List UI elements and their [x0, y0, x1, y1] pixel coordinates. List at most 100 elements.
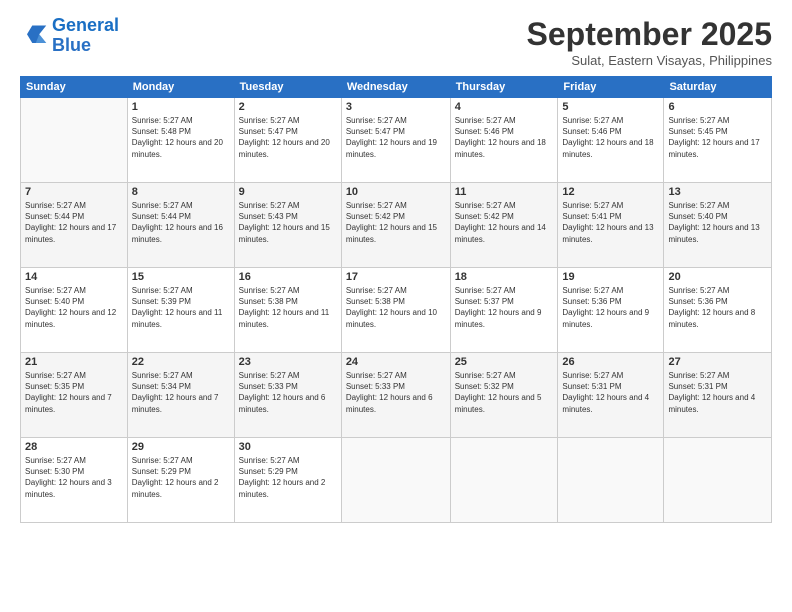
- calendar-day-cell: 10Sunrise: 5:27 AMSunset: 5:42 PMDayligh…: [341, 183, 450, 268]
- calendar-day-cell: 16 Sunrise: 5:27 AMSunset: 5:38 PMDayligh…: [234, 268, 341, 353]
- calendar-day-cell: 22 Sunrise: 5:27 AMSunset: 5:34 PMDayligh…: [127, 353, 234, 438]
- calendar-day-cell: 27 Sunrise: 5:27 AMSunset: 5:31 PMDayligh…: [664, 353, 772, 438]
- day-info: Sunrise: 5:27 AMSunset: 5:31 PMDaylight:…: [562, 370, 659, 415]
- day-info: Sunrise: 5:27 AMSunset: 5:48 PMDaylight:…: [132, 115, 230, 160]
- calendar-day-cell: 15 Sunrise: 5:27 AMSunset: 5:39 PMDayligh…: [127, 268, 234, 353]
- day-info: Sunrise: 5:27 AMSunset: 5:45 PMDaylight:…: [668, 115, 767, 160]
- header-monday: Monday: [127, 77, 234, 98]
- calendar-week-row: 1Sunrise: 5:27 AMSunset: 5:48 PMDaylight…: [21, 98, 772, 183]
- day-info: Sunrise: 5:27 AMSunset: 5:30 PMDaylight:…: [25, 455, 123, 500]
- day-number: 12: [562, 186, 659, 198]
- header-friday: Friday: [558, 77, 664, 98]
- calendar: Sunday Monday Tuesday Wednesday Thursday…: [20, 76, 772, 523]
- calendar-week-row: 14Sunrise: 5:27 AMSunset: 5:40 PMDayligh…: [21, 268, 772, 353]
- day-info: Sunrise: 5:27 AMSunset: 5:33 PMDaylight:…: [346, 370, 446, 415]
- day-number: 20: [668, 271, 767, 283]
- logo: General Blue: [20, 16, 119, 56]
- calendar-day-cell: 4Sunrise: 5:27 AMSunset: 5:46 PMDaylight…: [450, 98, 558, 183]
- calendar-day-cell: 3Sunrise: 5:27 AMSunset: 5:47 PMDaylight…: [341, 98, 450, 183]
- day-info: Sunrise: 5:27 AMSunset: 5:38 PMDaylight:…: [346, 285, 446, 330]
- day-number: 15: [132, 271, 230, 283]
- calendar-day-cell: [664, 438, 772, 523]
- page: General Blue September 2025 Sulat, Easte…: [0, 0, 792, 612]
- calendar-day-cell: [450, 438, 558, 523]
- day-info: Sunrise: 5:27 AMSunset: 5:44 PMDaylight:…: [25, 200, 123, 245]
- day-number: 16: [239, 271, 337, 283]
- day-info: Sunrise: 5:27 AMSunset: 5:29 PMDaylight:…: [239, 455, 337, 500]
- day-number: 19: [562, 271, 659, 283]
- header: General Blue September 2025 Sulat, Easte…: [20, 16, 772, 68]
- calendar-day-cell: 5 Sunrise: 5:27 AMSunset: 5:46 PMDaylight…: [558, 98, 664, 183]
- title-block: September 2025 Sulat, Eastern Visayas, P…: [527, 16, 772, 68]
- calendar-day-cell: 12 Sunrise: 5:27 AMSunset: 5:41 PMDayligh…: [558, 183, 664, 268]
- calendar-day-cell: [341, 438, 450, 523]
- logo-text: General Blue: [52, 16, 119, 56]
- calendar-day-cell: 11 Sunrise: 5:27 AMSunset: 5:42 PMDayligh…: [450, 183, 558, 268]
- day-number: 18: [455, 271, 554, 283]
- calendar-day-cell: 9 Sunrise: 5:27 AMSunset: 5:43 PMDaylight…: [234, 183, 341, 268]
- calendar-day-cell: 21Sunrise: 5:27 AMSunset: 5:35 PMDayligh…: [21, 353, 128, 438]
- day-number: 3: [346, 101, 446, 113]
- day-number: 26: [562, 356, 659, 368]
- day-info: Sunrise: 5:27 AMSunset: 5:44 PMDaylight:…: [132, 200, 230, 245]
- day-number: 29: [132, 441, 230, 453]
- day-info: Sunrise: 5:27 AMSunset: 5:41 PMDaylight:…: [562, 200, 659, 245]
- location: Sulat, Eastern Visayas, Philippines: [527, 53, 772, 68]
- day-number: 27: [668, 356, 767, 368]
- day-number: 5: [562, 101, 659, 113]
- calendar-day-cell: 29 Sunrise: 5:27 AMSunset: 5:29 PMDayligh…: [127, 438, 234, 523]
- day-info: Sunrise: 5:27 AMSunset: 5:43 PMDaylight:…: [239, 200, 337, 245]
- day-info: Sunrise: 5:27 AMSunset: 5:46 PMDaylight:…: [562, 115, 659, 160]
- day-info: Sunrise: 5:27 AMSunset: 5:47 PMDaylight:…: [239, 115, 337, 160]
- day-number: 22: [132, 356, 230, 368]
- header-saturday: Saturday: [664, 77, 772, 98]
- calendar-day-cell: 7Sunrise: 5:27 AMSunset: 5:44 PMDaylight…: [21, 183, 128, 268]
- calendar-week-row: 7Sunrise: 5:27 AMSunset: 5:44 PMDaylight…: [21, 183, 772, 268]
- day-info: Sunrise: 5:27 AMSunset: 5:38 PMDaylight:…: [239, 285, 337, 330]
- day-info: Sunrise: 5:27 AMSunset: 5:42 PMDaylight:…: [455, 200, 554, 245]
- day-number: 2: [239, 101, 337, 113]
- calendar-day-cell: [21, 98, 128, 183]
- logo-line2: Blue: [52, 35, 91, 55]
- calendar-week-row: 21Sunrise: 5:27 AMSunset: 5:35 PMDayligh…: [21, 353, 772, 438]
- header-wednesday: Wednesday: [341, 77, 450, 98]
- calendar-day-cell: 26 Sunrise: 5:27 AMSunset: 5:31 PMDayligh…: [558, 353, 664, 438]
- day-number: 30: [239, 441, 337, 453]
- day-number: 9: [239, 186, 337, 198]
- day-number: 13: [668, 186, 767, 198]
- calendar-day-cell: 23Sunrise: 5:27 AMSunset: 5:33 PMDayligh…: [234, 353, 341, 438]
- day-number: 28: [25, 441, 123, 453]
- calendar-day-cell: 30 Sunrise: 5:27 AMSunset: 5:29 PMDayligh…: [234, 438, 341, 523]
- day-info: Sunrise: 5:27 AMSunset: 5:37 PMDaylight:…: [455, 285, 554, 330]
- header-tuesday: Tuesday: [234, 77, 341, 98]
- day-number: 6: [668, 101, 767, 113]
- day-number: 14: [25, 271, 123, 283]
- calendar-day-cell: 24Sunrise: 5:27 AMSunset: 5:33 PMDayligh…: [341, 353, 450, 438]
- day-info: Sunrise: 5:27 AMSunset: 5:39 PMDaylight:…: [132, 285, 230, 330]
- calendar-day-cell: 14Sunrise: 5:27 AMSunset: 5:40 PMDayligh…: [21, 268, 128, 353]
- calendar-day-cell: 28 Sunrise: 5:27 AMSunset: 5:30 PMDayligh…: [21, 438, 128, 523]
- day-info: Sunrise: 5:27 AMSunset: 5:29 PMDaylight:…: [132, 455, 230, 500]
- calendar-header-row: Sunday Monday Tuesday Wednesday Thursday…: [21, 77, 772, 98]
- day-info: Sunrise: 5:27 AMSunset: 5:46 PMDaylight:…: [455, 115, 554, 160]
- calendar-day-cell: [558, 438, 664, 523]
- calendar-day-cell: 17 Sunrise: 5:27 AMSunset: 5:38 PMDayligh…: [341, 268, 450, 353]
- day-info: Sunrise: 5:27 AMSunset: 5:36 PMDaylight:…: [668, 285, 767, 330]
- day-number: 11: [455, 186, 554, 198]
- calendar-day-cell: 2 Sunrise: 5:27 AMSunset: 5:47 PMDaylight…: [234, 98, 341, 183]
- day-info: Sunrise: 5:27 AMSunset: 5:40 PMDaylight:…: [668, 200, 767, 245]
- month-title: September 2025: [527, 16, 772, 53]
- calendar-day-cell: 20 Sunrise: 5:27 AMSunset: 5:36 PMDayligh…: [664, 268, 772, 353]
- header-thursday: Thursday: [450, 77, 558, 98]
- calendar-day-cell: 25Sunrise: 5:27 AMSunset: 5:32 PMDayligh…: [450, 353, 558, 438]
- header-sunday: Sunday: [21, 77, 128, 98]
- day-number: 10: [346, 186, 446, 198]
- day-number: 25: [455, 356, 554, 368]
- calendar-day-cell: 8Sunrise: 5:27 AMSunset: 5:44 PMDaylight…: [127, 183, 234, 268]
- day-number: 21: [25, 356, 123, 368]
- day-number: 17: [346, 271, 446, 283]
- day-info: Sunrise: 5:27 AMSunset: 5:31 PMDaylight:…: [668, 370, 767, 415]
- logo-line1: General: [52, 15, 119, 35]
- day-info: Sunrise: 5:27 AMSunset: 5:34 PMDaylight:…: [132, 370, 230, 415]
- calendar-day-cell: 18 Sunrise: 5:27 AMSunset: 5:37 PMDayligh…: [450, 268, 558, 353]
